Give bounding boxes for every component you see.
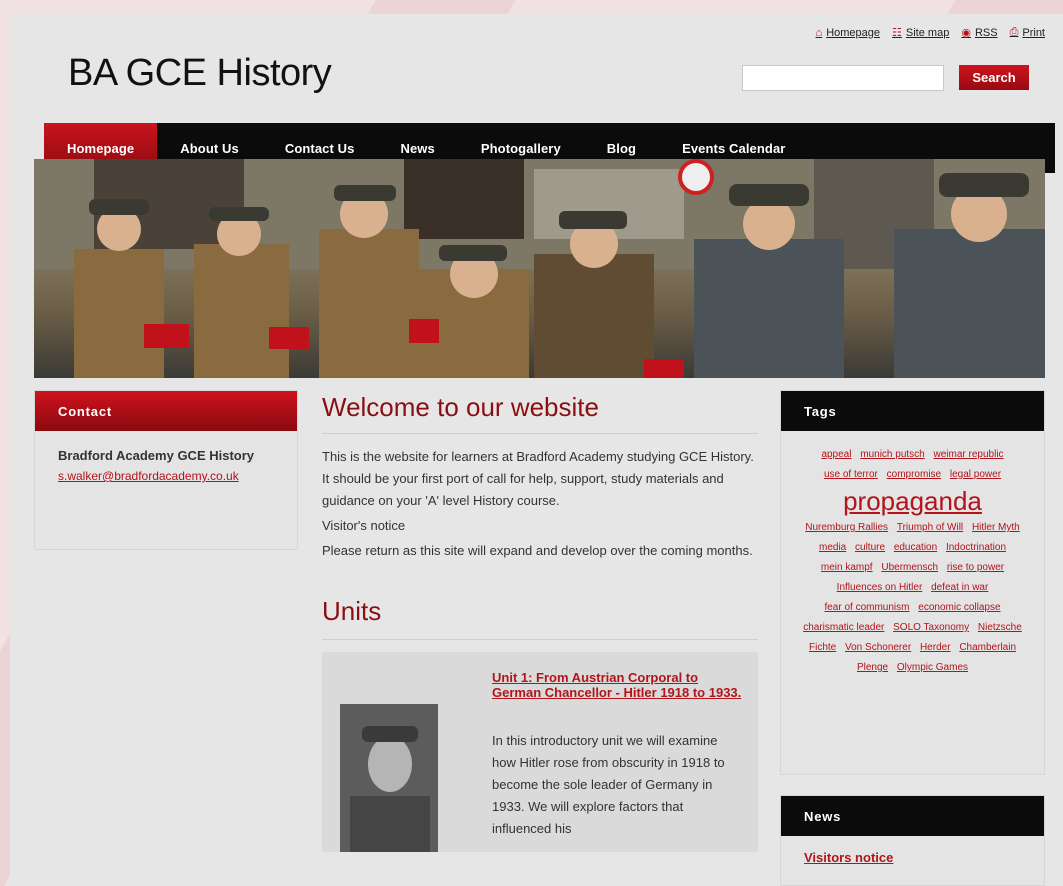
toplink-print[interactable]: ⎙ Print bbox=[1010, 26, 1045, 39]
tag-link[interactable]: weimar republic bbox=[934, 449, 1004, 460]
tag-link[interactable]: Von Schonerer bbox=[845, 642, 911, 653]
tag-link[interactable]: legal power bbox=[950, 469, 1001, 480]
tag-link[interactable]: culture bbox=[855, 542, 885, 553]
news-heading: News bbox=[781, 796, 1044, 836]
main-content: Welcome to our website This is the websi… bbox=[322, 390, 758, 852]
tag-link[interactable]: Nuremburg Rallies bbox=[805, 522, 888, 533]
tag-link[interactable]: charismatic leader bbox=[803, 622, 884, 633]
news-item-link[interactable]: Visitors notice bbox=[804, 850, 1044, 865]
tags-heading: Tags bbox=[781, 391, 1044, 431]
tag-link[interactable]: media bbox=[819, 542, 846, 553]
tag-link[interactable]: education bbox=[894, 542, 937, 553]
sitemap-icon: ☷ bbox=[892, 27, 902, 39]
tag-link[interactable]: Ubermensch bbox=[881, 562, 938, 573]
tag-link[interactable]: Olympic Games bbox=[897, 662, 968, 673]
tag-link[interactable]: Herder bbox=[920, 642, 951, 653]
tag-link[interactable]: compromise bbox=[887, 469, 941, 480]
tag-link[interactable]: use of terror bbox=[824, 469, 878, 480]
tag-link[interactable]: defeat in war bbox=[931, 582, 988, 593]
tag-link[interactable]: SOLO Taxonomy bbox=[893, 622, 969, 633]
tag-link[interactable]: Triumph of Will bbox=[897, 522, 963, 533]
tag-link[interactable]: rise to power bbox=[947, 562, 1004, 573]
tag-link[interactable]: Plenge bbox=[857, 662, 888, 673]
print-icon: ⎙ bbox=[1009, 26, 1019, 38]
toplink-homepage[interactable]: ⌂ Homepage bbox=[816, 26, 880, 39]
top-links: ⌂ Homepage ☷ Site map ◉ RSS ⎙ Print bbox=[816, 26, 1045, 39]
unit-title-link[interactable]: Unit 1: From Austrian Corporal to German… bbox=[492, 670, 742, 700]
tag-link[interactable]: fear of communism bbox=[824, 602, 909, 613]
tag-link[interactable]: Influences on Hitler bbox=[837, 582, 923, 593]
tag-link[interactable]: Indoctrination bbox=[946, 542, 1006, 553]
tags-box: Tags appeal munich putsch weimar republi… bbox=[780, 390, 1045, 775]
tag-link[interactable]: Fichte bbox=[809, 642, 836, 653]
tag-link[interactable]: Hitler Myth bbox=[972, 522, 1020, 533]
tag-cloud: appeal munich putsch weimar republic use… bbox=[781, 431, 1044, 678]
toplink-sitemap[interactable]: ☷ Site map bbox=[892, 26, 949, 40]
tag-link[interactable]: appeal bbox=[821, 449, 851, 460]
notice-text: Please return as this site will expand a… bbox=[322, 543, 753, 558]
rss-icon: ◉ bbox=[961, 27, 971, 39]
unit-description: In this introductory unit we will examin… bbox=[492, 733, 725, 836]
tag-link[interactable]: economic collapse bbox=[918, 602, 1000, 613]
news-box: News Visitors notice bbox=[780, 795, 1045, 886]
tag-link[interactable]: propaganda bbox=[843, 486, 982, 516]
notice-title: Visitor's notice bbox=[322, 518, 406, 533]
unit-card: Unit 1: From Austrian Corporal to German… bbox=[322, 652, 758, 852]
contact-heading: Contact bbox=[35, 391, 297, 431]
contact-box: Contact Bradford Academy GCE History s.w… bbox=[34, 390, 298, 550]
tag-link[interactable]: Nietzsche bbox=[978, 622, 1022, 633]
site-title: BA GCE History bbox=[68, 52, 332, 94]
search-input[interactable] bbox=[742, 65, 944, 91]
home-icon: ⌂ bbox=[815, 26, 823, 39]
welcome-heading: Welcome to our website bbox=[322, 390, 758, 434]
toplink-rss[interactable]: ◉ RSS bbox=[961, 26, 997, 40]
intro-text: This is the website for learners at Brad… bbox=[322, 449, 754, 508]
units-heading: Units bbox=[322, 596, 758, 640]
tag-link[interactable]: Chamberlain bbox=[959, 642, 1016, 653]
unit-photo bbox=[340, 704, 438, 852]
contact-name: Bradford Academy GCE History bbox=[58, 448, 255, 463]
hero-banner-image bbox=[34, 159, 1045, 378]
contact-email-link[interactable]: s.walker@bradfordacademy.co.uk bbox=[58, 466, 274, 487]
tag-link[interactable]: munich putsch bbox=[860, 449, 924, 460]
tag-link[interactable]: mein kampf bbox=[821, 562, 873, 573]
search-button[interactable]: Search bbox=[959, 65, 1029, 90]
